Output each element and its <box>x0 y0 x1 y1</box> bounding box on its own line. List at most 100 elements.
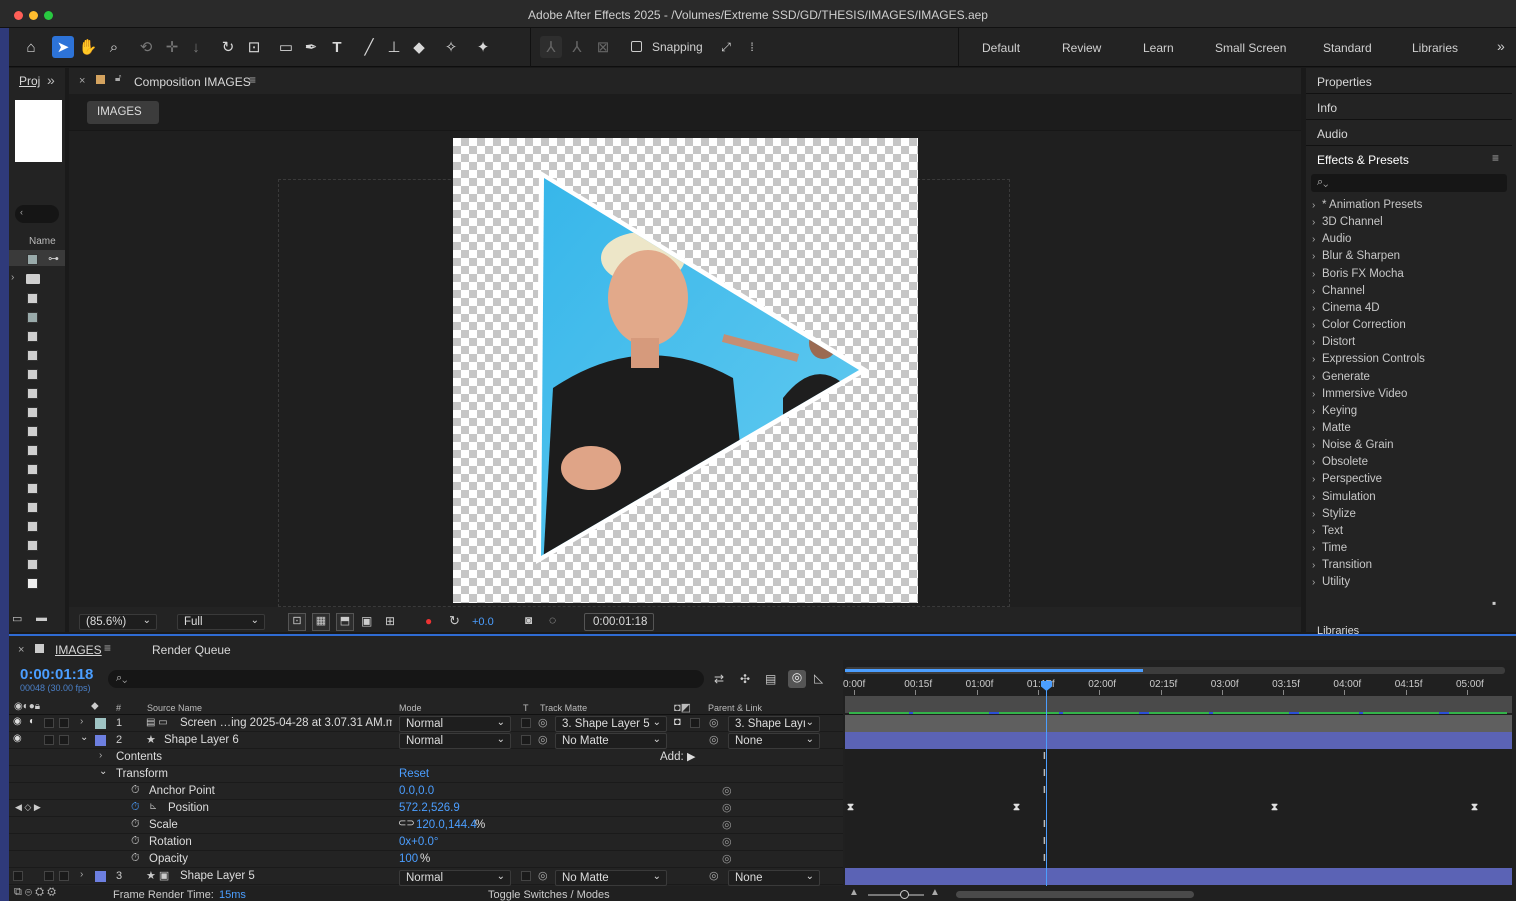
show-snapshot-icon[interactable]: ◌ <box>549 613 556 627</box>
disclosure-chevron-icon[interactable]: › <box>1312 318 1322 334</box>
zoom-slider[interactable] <box>868 894 924 896</box>
preserve-transparency-switch[interactable] <box>521 871 531 881</box>
matte-alpha-icon[interactable]: ◘ <box>674 716 681 728</box>
parent-pickwhip-icon[interactable]: ◎ <box>709 869 719 882</box>
draft-3d-icon[interactable]: ✣ <box>740 672 750 686</box>
lock-switch[interactable] <box>59 735 69 745</box>
frame-blending-icon[interactable]: ◎ <box>788 670 806 688</box>
keyframe-marker[interactable]: ⧗ <box>847 802 854 813</box>
disclosure-chevron-icon[interactable]: › <box>1312 198 1322 214</box>
solo-switch[interactable] <box>44 718 54 728</box>
disclosure-chevron-icon[interactable]: › <box>1312 387 1322 403</box>
layer-2-track-matte-dropdown[interactable]: No Matte ⌄ <box>555 733 667 749</box>
composition-mini-flowchart-icon[interactable]: ⇄ <box>714 672 724 686</box>
layer-3-label-color[interactable] <box>95 871 106 882</box>
layer-3-parent-dropdown[interactable]: None ⌄ <box>728 870 820 886</box>
constrain-proportions-icon[interactable]: ⊂⊃ <box>398 818 415 829</box>
audio-panel-tab[interactable]: Audio <box>1317 127 1348 141</box>
stopwatch-active-icon[interactable]: ⏱︎ <box>131 801 140 814</box>
work-area-bar[interactable] <box>845 669 1143 672</box>
stopwatch-icon[interactable]: ⏱︎ <box>131 784 140 797</box>
disclosure-chevron-icon[interactable]: › <box>1312 421 1322 437</box>
axis-world-icon[interactable]: ⅄ <box>566 36 588 58</box>
audio-speaker-icon[interactable]: ◐ <box>29 716 35 727</box>
stopwatch-icon[interactable]: ⏱︎ <box>131 818 140 831</box>
snap-grid-icon[interactable]: ⁞ <box>741 36 763 58</box>
effects-category-audio[interactable]: › Audio <box>1312 231 1351 247</box>
preserve-transparency-switch[interactable] <box>521 718 531 728</box>
effects-category-distort[interactable]: › Distort <box>1312 334 1355 350</box>
layer-3-track-matte-dropdown[interactable]: No Matte ⌄ <box>555 870 667 886</box>
keyframe-marker[interactable]: ⧗ <box>1271 802 1278 813</box>
disclosure-chevron-icon[interactable]: › <box>1312 438 1322 454</box>
rotate-tool-icon[interactable]: ↻ <box>217 36 239 58</box>
effects-category-transition[interactable]: › Transition <box>1312 557 1372 573</box>
layer-2-label-color[interactable] <box>95 735 106 746</box>
pan-tool-icon[interactable]: ✛ <box>161 36 183 58</box>
effects-category-text[interactable]: › Text <box>1312 523 1343 539</box>
disclosure-chevron-icon[interactable]: › <box>1312 301 1322 317</box>
disclosure-chevron-icon[interactable]: › <box>1312 507 1322 523</box>
source-name-header[interactable]: Source Name <box>147 703 202 713</box>
project-tab[interactable]: Proj <box>19 74 40 88</box>
new-folder-icon[interactable]: ▬ <box>36 612 47 624</box>
workspace-review[interactable]: Review <box>1062 41 1101 55</box>
panel-menu-icon[interactable]: ≡ <box>249 73 256 87</box>
effects-category-matte[interactable]: › Matte <box>1312 420 1351 436</box>
effects-search-input[interactable]: ⌕⌄ <box>1311 174 1507 192</box>
axis-view-icon[interactable]: ⊠ <box>592 36 614 58</box>
type-tool-icon[interactable]: T <box>326 36 348 58</box>
lock-switch[interactable] <box>59 871 69 881</box>
folder-expand-icon[interactable]: › <box>11 272 14 283</box>
flowchart-icon[interactable]: ⊶ <box>48 252 59 265</box>
effects-presets-tab[interactable]: Effects & Presets <box>1317 153 1409 167</box>
effects-category-time[interactable]: › Time <box>1312 540 1347 556</box>
stopwatch-icon[interactable]: ⏱︎ <box>131 835 140 848</box>
contents-label[interactable]: Contents <box>116 751 162 763</box>
comp-canvas[interactable] <box>453 138 918 603</box>
layer-3-name[interactable]: Shape Layer 5 <box>180 870 255 882</box>
effects-menu-icon[interactable]: ≡ <box>1492 151 1499 165</box>
layer-2-duration-bar[interactable] <box>845 732 1512 749</box>
anchor-point-value[interactable]: 0.0,0.0 <box>399 785 434 797</box>
effects-category-utility[interactable]: › Utility <box>1312 574 1350 590</box>
disclosure-chevron-icon[interactable]: › <box>1312 284 1322 300</box>
transparency-grid-icon[interactable]: ▦ <box>312 613 330 631</box>
disclosure-chevron-icon[interactable]: › <box>1312 267 1322 283</box>
pen-tool-icon[interactable]: ✒ <box>300 36 322 58</box>
disclosure-chevron-icon[interactable]: › <box>1312 575 1322 591</box>
footer-switches-icon[interactable]: ⧉ ⊜ ⛭ ⚙ <box>14 886 56 899</box>
add-property-icon[interactable]: ▶ <box>687 750 695 763</box>
layer-2-parent-dropdown[interactable]: None ⌄ <box>728 733 820 749</box>
roto-brush-icon[interactable]: ✧ <box>440 36 462 58</box>
layer-2-mode-dropdown[interactable]: Normal ⌄ <box>399 733 511 749</box>
disclosure-chevron-icon[interactable]: › <box>1312 404 1322 420</box>
solo-switch[interactable] <box>44 871 54 881</box>
collapse-layer-chevron-icon[interactable]: ⌄ <box>80 732 88 743</box>
matte-invert-switch[interactable] <box>690 718 700 728</box>
effects-category-obsolete[interactable]: › Obsolete <box>1312 454 1368 470</box>
layer-1-parent-dropdown[interactable]: 3. Shape Layı ⌄ <box>728 716 820 732</box>
motion-blur-icon[interactable]: ◺ <box>814 671 823 685</box>
clone-stamp-icon[interactable]: ⊥ <box>383 36 405 58</box>
resolution-dropdown[interactable]: Full ⌄ <box>177 614 265 630</box>
visibility-off-switch[interactable] <box>13 871 23 881</box>
zoom-slider-handle[interactable] <box>900 890 909 899</box>
new-item-icon[interactable]: ▪ <box>1492 596 1496 610</box>
expression-pickwhip-icon[interactable]: ◎ <box>722 784 732 797</box>
grid-guides-icon[interactable]: ⊞ <box>385 614 395 628</box>
preserve-transparency-switch[interactable] <box>521 735 531 745</box>
effects-category-cinema-4d[interactable]: › Cinema 4D <box>1312 300 1380 316</box>
channels-icon[interactable]: ● <box>425 614 432 628</box>
timeline-tab[interactable]: IMAGES <box>55 643 102 657</box>
stopwatch-icon[interactable]: ⏱︎ <box>131 852 140 865</box>
zoom-in-icon[interactable]: ▲ <box>930 887 940 898</box>
effects-category-expression-controls[interactable]: › Expression Controls <box>1312 351 1425 367</box>
disclosure-chevron-icon[interactable]: › <box>1312 490 1322 506</box>
reset-exposure-icon[interactable]: ↻ <box>449 613 460 629</box>
effects-category-blur-sharpen[interactable]: › Blur & Sharpen <box>1312 248 1400 264</box>
expression-pickwhip-icon[interactable]: ◎ <box>722 852 732 865</box>
disclosure-chevron-icon[interactable]: › <box>1312 215 1322 231</box>
workspace-default[interactable]: Default <box>982 41 1020 55</box>
effects-category-keying[interactable]: › Keying <box>1312 403 1357 419</box>
